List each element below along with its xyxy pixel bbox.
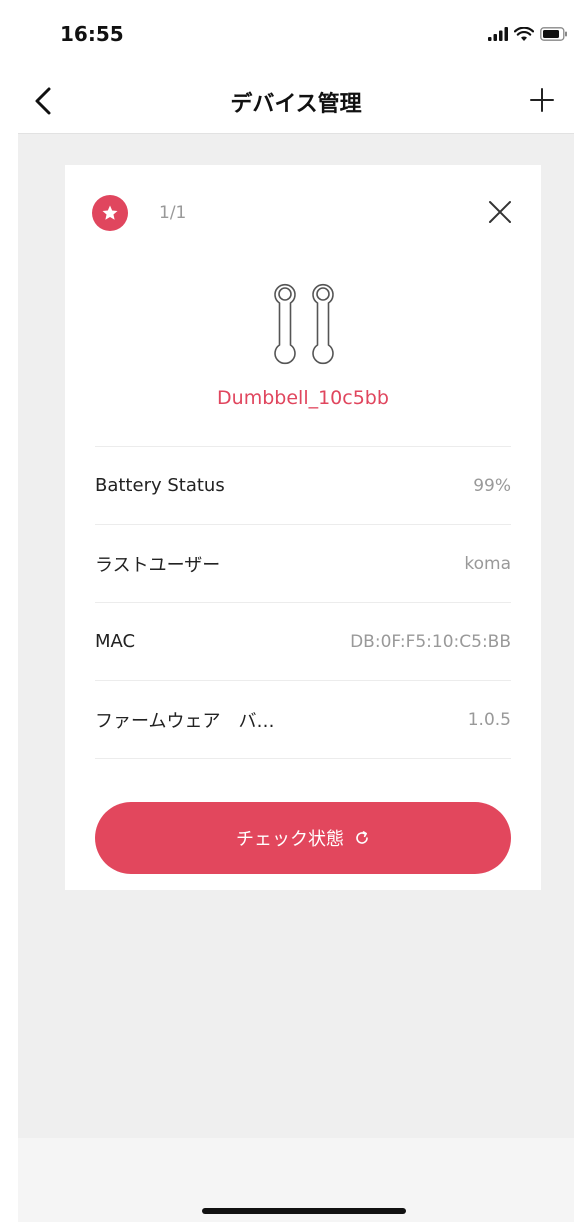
favorite-badge[interactable] [92,195,128,231]
check-status-label: チェック状態 [236,829,344,850]
firmware-version-label: ファームウェア バ… [95,710,275,732]
battery-icon [540,27,567,41]
device-name: Dumbbell_10c5bb [217,387,389,409]
mac-label: MAC [95,631,136,652]
add-device-button[interactable] [528,86,556,114]
firmware-version-value: 1.0.5 [467,709,511,730]
status-time: 16:55 [60,22,124,46]
cellular-signal-icon [488,27,508,41]
star-icon [102,205,118,220]
page-title: デバイス管理 [230,92,362,117]
mac-value: DB:0F:F5:10:C5:BB [350,631,511,652]
dumbbell-icon [274,283,334,365]
info-row-battery: Battery Status 99% [95,447,511,525]
close-button[interactable] [487,199,513,225]
battery-status-value: 99% [473,475,511,496]
page-indicator: 1/1 [159,203,187,223]
device-info-list: Battery Status 99% ラストユーザー koma MAC DB:0… [95,446,511,759]
device-screen: 16:55 デバイス管理 1/1 Dumbbell_10c5bb Battery… [18,0,574,1222]
info-row-last-user: ラストユーザー koma [95,525,511,603]
battery-status-label: Battery Status [95,475,225,496]
status-icons [488,26,568,42]
device-card: 1/1 Dumbbell_10c5bb Battery Status 99% ラ… [65,165,541,890]
info-row-firmware: ファームウェア バ… 1.0.5 [95,681,511,759]
wifi-icon [514,26,534,41]
info-row-mac: MAC DB:0F:F5:10:C5:BB [95,603,511,681]
plus-icon [530,88,554,112]
status-bar: 16:55 [18,0,574,68]
refresh-icon [356,831,368,844]
navigation-bar: デバイス管理 [18,68,574,134]
close-icon [489,201,511,223]
last-user-label: ラストユーザー [95,554,221,576]
check-status-button[interactable]: チェック状態 [95,802,511,874]
home-indicator[interactable] [202,1208,406,1214]
last-user-value: koma [464,553,511,574]
